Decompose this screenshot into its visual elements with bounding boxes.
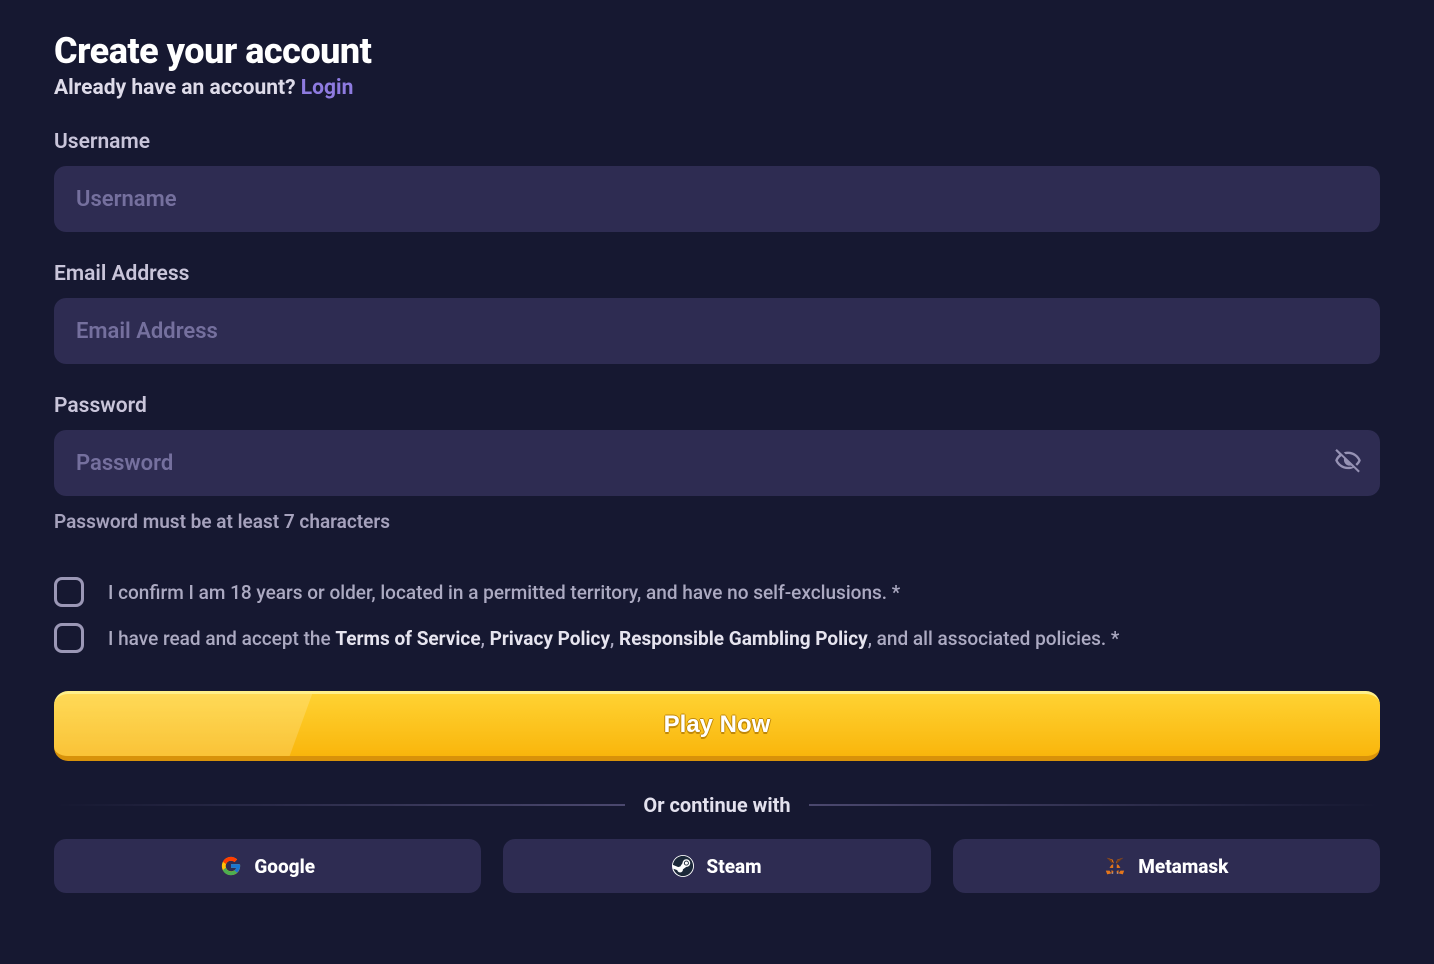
- terms-post-text: , and all associated policies. *: [868, 627, 1120, 650]
- divider-text: Or continue with: [643, 793, 790, 817]
- terms-check-text: I have read and accept the Terms of Serv…: [108, 627, 1119, 650]
- username-input[interactable]: [76, 187, 1358, 212]
- page-title: Create your account: [54, 30, 1380, 72]
- continue-steam-button[interactable]: Steam: [503, 839, 930, 893]
- continue-metamask-button[interactable]: Metamask: [953, 839, 1380, 893]
- email-label: Email Address: [54, 262, 1380, 286]
- toggle-password-visibility-icon[interactable]: [1334, 447, 1362, 479]
- responsible-gambling-link[interactable]: Responsible Gambling Policy: [619, 627, 868, 650]
- divider-line-right: [809, 804, 1380, 806]
- continue-google-button[interactable]: Google: [54, 839, 481, 893]
- password-input-wrap: [54, 430, 1380, 496]
- play-now-button[interactable]: Play Now: [54, 691, 1380, 761]
- steam-icon: [672, 855, 694, 877]
- age-checkbox[interactable]: [54, 577, 84, 607]
- username-label: Username: [54, 130, 1380, 154]
- email-input[interactable]: [76, 319, 1358, 344]
- metamask-icon: [1104, 855, 1126, 877]
- login-link[interactable]: Login: [301, 76, 354, 100]
- login-prompt: Already have an account? Login: [54, 76, 1380, 100]
- google-label: Google: [254, 855, 315, 878]
- terms-of-service-link[interactable]: Terms of Service: [335, 627, 480, 650]
- login-prompt-text: Already have an account?: [54, 76, 296, 100]
- privacy-policy-link[interactable]: Privacy Policy: [490, 627, 610, 650]
- age-check-text: I confirm I am 18 years or older, locate…: [108, 581, 900, 604]
- google-icon: [220, 855, 242, 877]
- email-input-wrap: [54, 298, 1380, 364]
- sep2: ,: [610, 627, 619, 650]
- divider-line-left: [54, 804, 625, 806]
- username-input-wrap: [54, 166, 1380, 232]
- terms-checkbox[interactable]: [54, 623, 84, 653]
- metamask-label: Metamask: [1138, 855, 1228, 878]
- play-now-label: Play Now: [664, 711, 771, 739]
- password-hint: Password must be at least 7 characters: [54, 510, 1380, 533]
- terms-pre-text: I have read and accept the: [108, 627, 335, 650]
- sep1: ,: [481, 627, 490, 650]
- password-input[interactable]: [76, 451, 1358, 476]
- password-label: Password: [54, 394, 1380, 418]
- steam-label: Steam: [706, 855, 761, 878]
